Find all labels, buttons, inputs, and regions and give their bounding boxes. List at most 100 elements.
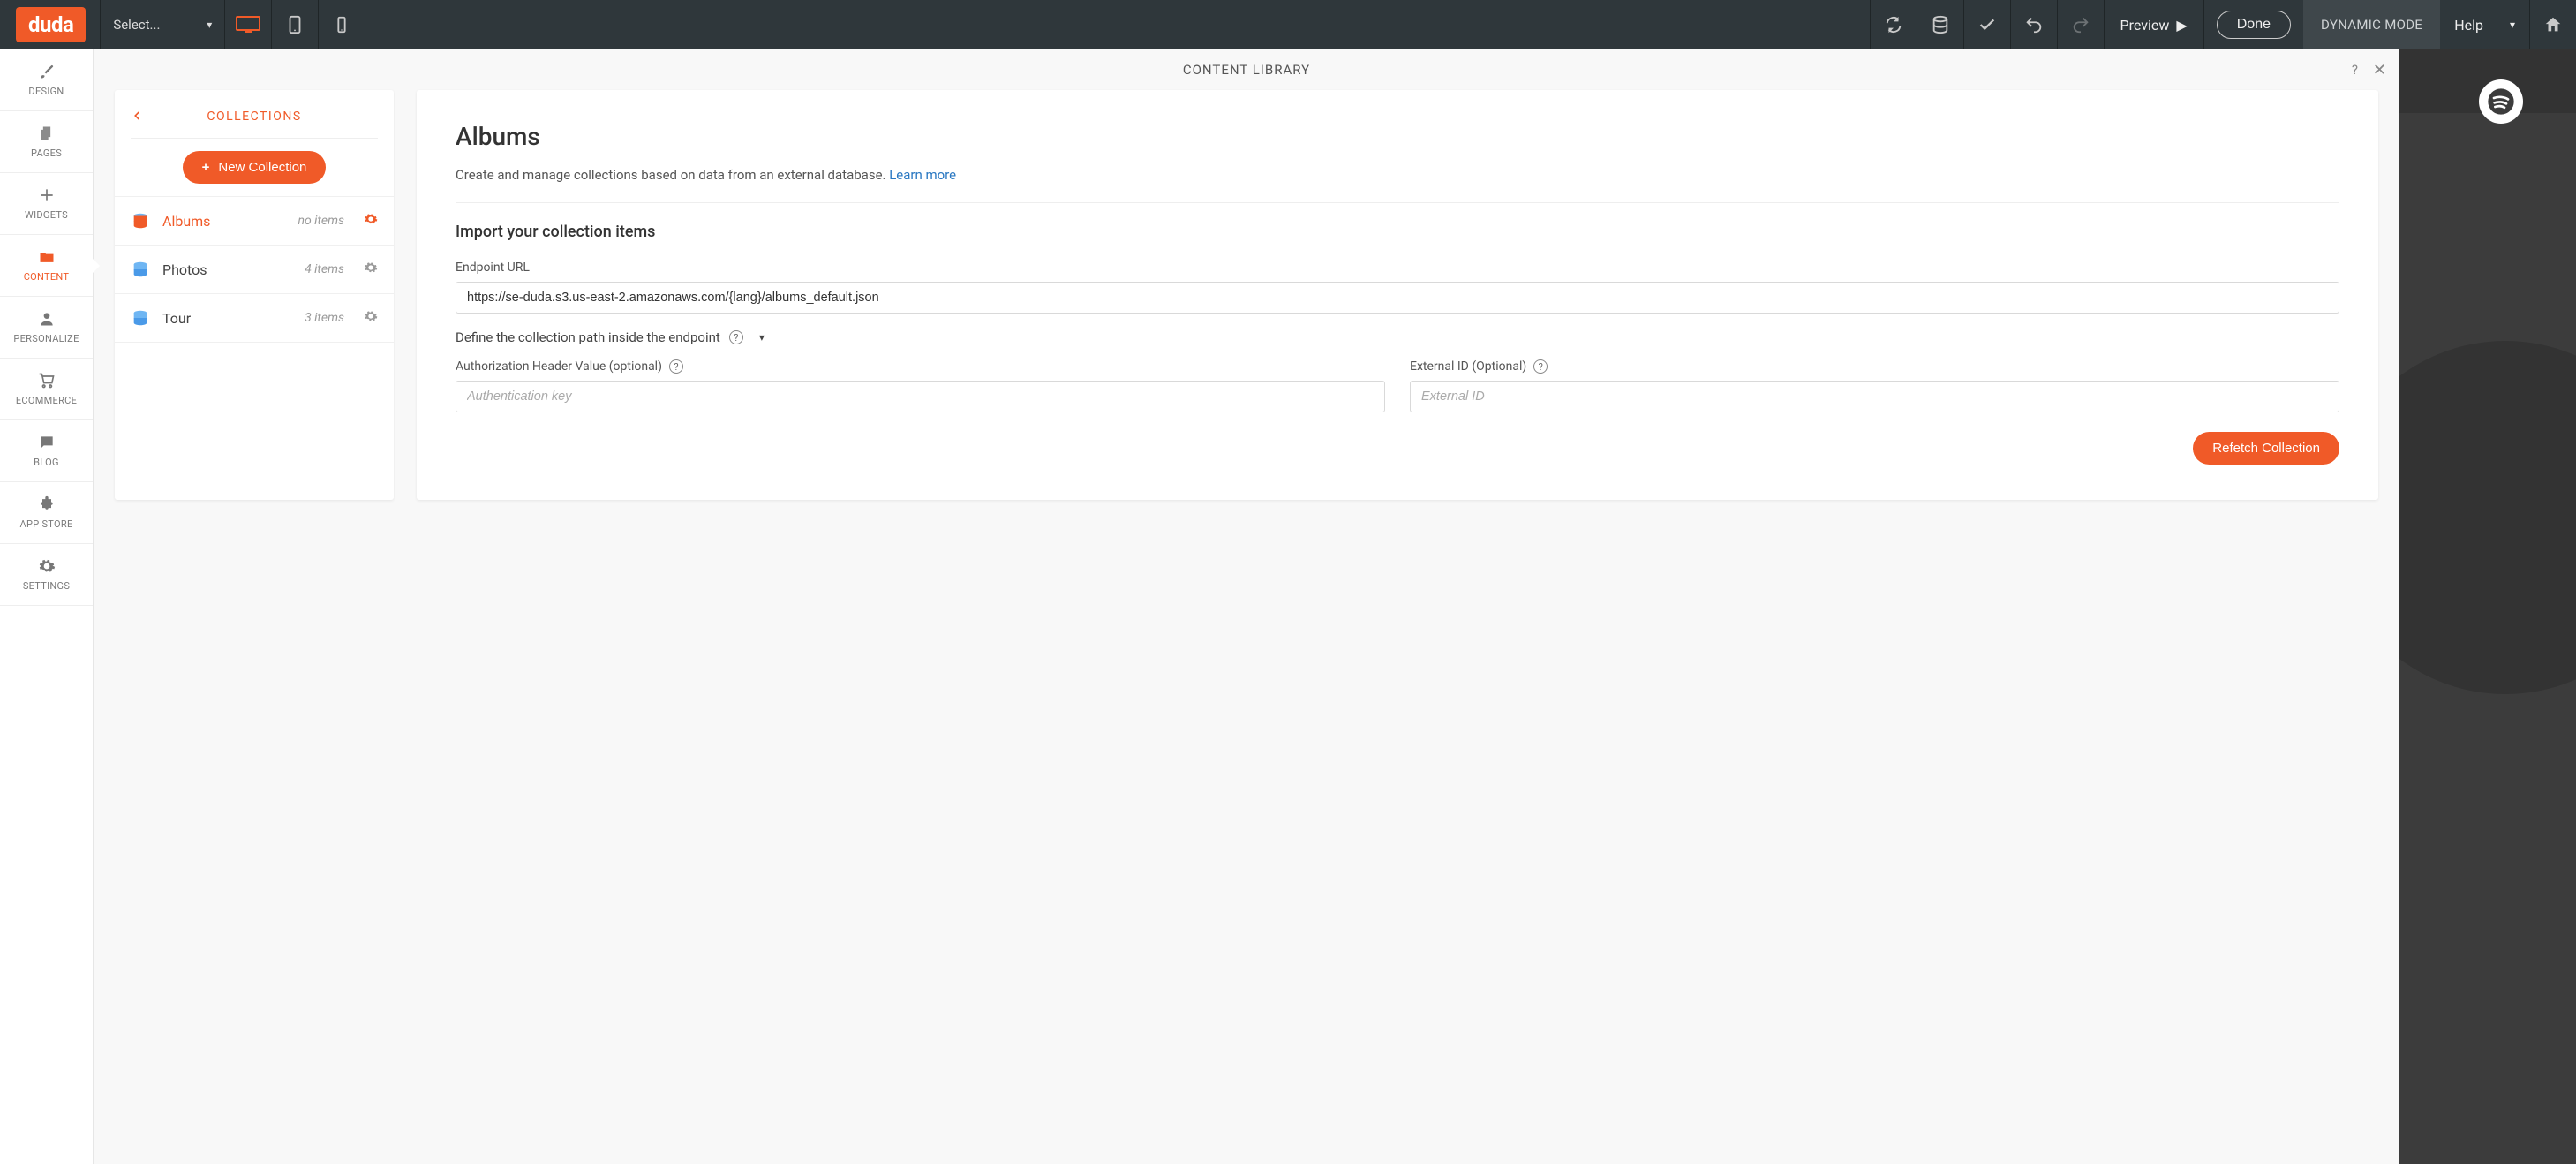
help-icon[interactable]: ?: [1533, 359, 1548, 374]
content-library-panel: CONTENT LIBRARY ? ✕ COLLECTIONS: [94, 49, 2399, 1164]
collection-row[interactable]: Tour 3 items: [115, 293, 394, 343]
external-id-input[interactable]: [1410, 381, 2339, 412]
pages-icon: [38, 125, 56, 142]
topbar: duda Select... ▾ Preview ▶ Done DYNAMIC: [0, 0, 2576, 49]
brush-icon: [38, 63, 56, 80]
auth-header-label: Authorization Header Value (optional) ?: [456, 359, 1385, 374]
external-id-label: External ID (Optional) ?: [1410, 359, 2339, 374]
new-collection-button[interactable]: + New Collection: [183, 151, 327, 184]
close-icon[interactable]: ✕: [2373, 61, 2387, 79]
content-library-header: CONTENT LIBRARY ? ✕: [94, 49, 2399, 90]
sidebar-item-content[interactable]: CONTENT: [0, 235, 93, 297]
sidebar-item-label: DESIGN: [28, 86, 64, 97]
sidebar-item-label: PERSONALIZE: [13, 333, 79, 344]
chat-icon: [38, 434, 56, 451]
sidebar-item-design[interactable]: DESIGN: [0, 49, 93, 111]
gear-icon[interactable]: [364, 261, 378, 278]
home-button[interactable]: [2530, 0, 2576, 49]
collection-path-toggle[interactable]: Define the collection path inside the en…: [456, 329, 2339, 345]
help-icon[interactable]: ?: [729, 330, 743, 344]
preview-label: Preview: [2120, 17, 2170, 34]
plus-icon: [38, 186, 56, 204]
dynamic-mode-badge: DYNAMIC MODE: [2303, 0, 2440, 49]
main: DESIGN PAGES WIDGETS CONTENT PERSONALIZE…: [0, 49, 2576, 1164]
tablet-view-button[interactable]: [272, 0, 318, 49]
page-select-label: Select...: [113, 17, 160, 33]
learn-more-link[interactable]: Learn more: [889, 167, 956, 183]
cart-icon: [38, 372, 56, 389]
sidebar-item-label: WIDGETS: [25, 209, 68, 221]
mobile-view-button[interactable]: [319, 0, 365, 49]
sidebar-item-label: SETTINGS: [23, 580, 70, 592]
collection-meta: 3 items: [305, 311, 344, 325]
sync-button[interactable]: [1871, 0, 1917, 49]
done-button[interactable]: Done: [2217, 11, 2291, 39]
collections-list: Albums no items Photos 4 items: [115, 196, 394, 343]
collection-name: Photos: [162, 261, 292, 278]
collection-detail-card: Albums Create and manage collections bas…: [417, 90, 2378, 500]
help-menu[interactable]: Help ▾: [2440, 17, 2529, 34]
endpoint-url-input[interactable]: [456, 282, 2339, 314]
collection-row[interactable]: Albums no items: [115, 196, 394, 245]
gear-icon: [38, 557, 56, 575]
brand-logo: duda: [16, 7, 86, 42]
undo-button[interactable]: [2011, 0, 2057, 49]
gear-icon[interactable]: [364, 212, 378, 230]
sidebar-item-widgets[interactable]: WIDGETS: [0, 173, 93, 235]
separator: [2203, 0, 2204, 49]
sidebar-item-label: PAGES: [31, 147, 62, 159]
endpoint-label: Endpoint URL: [456, 261, 2339, 275]
sidebar-item-label: ECOMMERCE: [16, 395, 77, 406]
sidebar-item-appstore[interactable]: APP STORE: [0, 482, 93, 544]
content-library-body: COLLECTIONS + New Collection Albums no i…: [94, 90, 2399, 521]
sidebar-item-blog[interactable]: BLOG: [0, 420, 93, 482]
database-icon: [131, 308, 150, 328]
page-select[interactable]: Select... ▾: [101, 0, 224, 49]
sidebar-item-label: CONTENT: [24, 271, 70, 283]
play-icon: ▶: [2176, 17, 2187, 34]
check-button[interactable]: [1964, 0, 2010, 49]
gear-icon[interactable]: [364, 309, 378, 327]
sidebar-item-personalize[interactable]: PERSONALIZE: [0, 297, 93, 359]
new-collection-label: New Collection: [218, 160, 306, 175]
collections-card: COLLECTIONS + New Collection Albums no i…: [115, 90, 394, 500]
collection-meta: 4 items: [305, 262, 344, 276]
divider: [456, 202, 2339, 203]
optional-fields-row: Authorization Header Value (optional) ? …: [456, 359, 2339, 412]
database-button[interactable]: [1917, 0, 1963, 49]
collection-row[interactable]: Photos 4 items: [115, 245, 394, 293]
divider: [131, 138, 378, 139]
back-button[interactable]: [131, 108, 143, 126]
chevron-down-icon: ▾: [207, 19, 212, 31]
refetch-collection-button[interactable]: Refetch Collection: [2193, 432, 2339, 465]
help-icon[interactable]: ?: [2352, 62, 2359, 78]
detail-title: Albums: [456, 122, 2339, 151]
help-icon[interactable]: ?: [669, 359, 683, 374]
collection-name: Albums: [162, 213, 285, 230]
chevron-down-icon: ▾: [759, 331, 765, 344]
preview-button[interactable]: Preview ▶: [2105, 0, 2203, 49]
center: CONTENT LIBRARY ? ✕ COLLECTIONS: [94, 49, 2576, 1164]
spotify-icon: [2479, 79, 2523, 124]
sidebar-item-label: APP STORE: [19, 518, 72, 530]
desktop-view-button[interactable]: [225, 0, 271, 49]
database-icon: [131, 211, 150, 231]
left-rail: DESIGN PAGES WIDGETS CONTENT PERSONALIZE…: [0, 49, 94, 1164]
collections-title: COLLECTIONS: [131, 110, 378, 124]
sidebar-item-ecommerce[interactable]: ECOMMERCE: [0, 359, 93, 420]
puzzle-icon: [38, 495, 56, 513]
plus-icon: +: [202, 160, 210, 175]
chevron-down-icon: ▾: [2510, 19, 2515, 31]
collection-path-label: Define the collection path inside the en…: [456, 329, 720, 345]
person-icon: [38, 310, 56, 328]
import-heading: Import your collection items: [456, 223, 2339, 241]
site-preview: [2399, 49, 2576, 1164]
collection-meta: no items: [298, 214, 344, 228]
database-icon: [131, 260, 150, 279]
sidebar-item-pages[interactable]: PAGES: [0, 111, 93, 173]
sidebar-item-label: BLOG: [34, 457, 59, 468]
auth-header-input[interactable]: [456, 381, 1385, 412]
redo-button[interactable]: [2058, 0, 2104, 49]
sidebar-item-settings[interactable]: SETTINGS: [0, 544, 93, 606]
collection-name: Tour: [162, 310, 292, 327]
